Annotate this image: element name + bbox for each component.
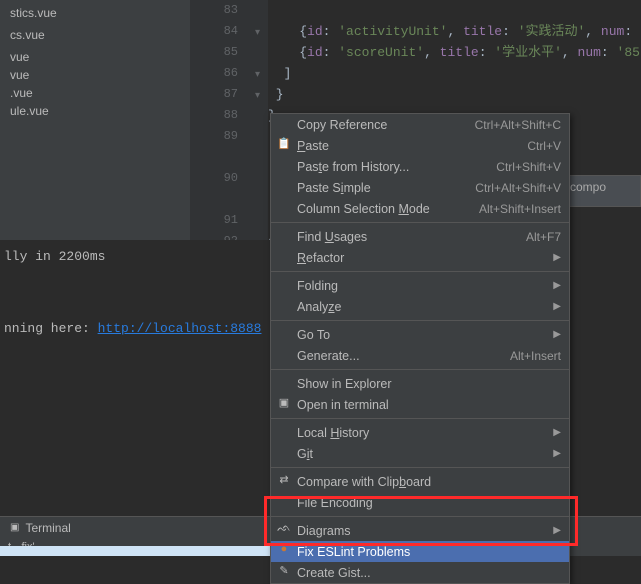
menu-item-label: File Encoding — [297, 496, 561, 510]
menu-item[interactable]: ✎ Create Gist... — [271, 562, 569, 583]
diagram-icon: ᨒ — [276, 522, 292, 535]
menu-item-label: Diagrams — [297, 524, 547, 538]
fold-marker-icon[interactable]: ▾ — [255, 65, 260, 86]
menu-separator — [271, 271, 569, 272]
line-number: 91 — [190, 210, 238, 231]
menu-item-label: Analyze — [297, 300, 547, 314]
terminal-icon: ▣ — [276, 396, 292, 409]
editor-context-menu[interactable]: Copy ReferenceCtrl+Alt+Shift+C📋PasteCtrl… — [270, 113, 570, 584]
menu-item[interactable]: Folding▶ — [271, 275, 569, 296]
menu-item-shortcut: Alt+Shift+Insert — [479, 202, 561, 216]
terminal-tab-label: Terminal — [25, 521, 70, 535]
project-file-tree[interactable]: stics.vue cs.vue vue vue .vue ule.vue — [0, 0, 190, 240]
line-number — [190, 147, 238, 168]
menu-item-label: Compare with Clipboard — [297, 475, 561, 489]
terminal-icon: ▣ — [10, 522, 19, 533]
menu-item[interactable]: Local History▶ — [271, 422, 569, 443]
line-number: 85 — [190, 42, 238, 63]
menu-item[interactable]: Copy ReferenceCtrl+Alt+Shift+C — [271, 114, 569, 135]
line-number: 88 — [190, 105, 238, 126]
menu-item[interactable]: Go To▶ — [271, 324, 569, 345]
menu-separator — [271, 320, 569, 321]
menu-item-label: Open in terminal — [297, 398, 561, 412]
menu-item[interactable]: Paste from History...Ctrl+Shift+V — [271, 156, 569, 177]
submenu-arrow-icon: ▶ — [547, 329, 561, 340]
menu-item-label: Paste — [297, 139, 527, 153]
menu-item-label: Local History — [297, 426, 547, 440]
line-number: 86▾ — [190, 63, 238, 84]
menu-item-label: Folding — [297, 279, 547, 293]
menu-item-shortcut: Alt+Insert — [510, 349, 561, 363]
menu-item-label: Paste Simple — [297, 181, 475, 195]
line-number: 87▾ — [190, 84, 238, 105]
menu-item-label: Column Selection Mode — [297, 202, 479, 216]
menu-item-shortcut: Ctrl+Alt+Shift+C — [475, 118, 561, 132]
menu-item-label: Fix ESLint Problems — [297, 545, 561, 559]
gist-icon: ✎ — [276, 564, 292, 577]
menu-separator — [271, 418, 569, 419]
menu-item-shortcut: Alt+F7 — [526, 230, 561, 244]
menu-item-label: Refactor — [297, 251, 547, 265]
menu-item-label: Go To — [297, 328, 547, 342]
submenu-arrow-icon: ▶ — [547, 280, 561, 291]
file-tree-item[interactable]: vue — [0, 48, 190, 66]
compare-icon: ⇄ — [276, 473, 292, 486]
file-tree-item[interactable]: cs.vue — [0, 26, 190, 44]
file-tree-item[interactable]: .vue — [0, 84, 190, 102]
menu-item[interactable]: Refactor▶ — [271, 247, 569, 268]
menu-item[interactable]: Generate...Alt+Insert — [271, 345, 569, 366]
menu-item-label: Paste from History... — [297, 160, 496, 174]
menu-item-label: Show in Explorer — [297, 377, 561, 391]
line-number: 89 — [190, 126, 238, 147]
line-number: 84▾ — [190, 21, 238, 42]
menu-separator — [271, 516, 569, 517]
menu-separator — [271, 222, 569, 223]
line-number — [190, 189, 238, 210]
menu-item[interactable]: Show in Explorer — [271, 373, 569, 394]
eslint-icon: ● — [276, 543, 292, 555]
menu-item-label: Find Usages — [297, 230, 526, 244]
menu-item-shortcut: Ctrl+Shift+V — [496, 160, 561, 174]
submenu-arrow-icon: ▶ — [547, 427, 561, 438]
menu-item-label: Copy Reference — [297, 118, 475, 132]
file-tree-item[interactable]: vue — [0, 66, 190, 84]
menu-item-shortcut: Ctrl+Alt+Shift+V — [475, 181, 561, 195]
menu-separator — [271, 467, 569, 468]
menu-item-label: Create Gist... — [297, 566, 561, 580]
menu-item[interactable]: File Encoding — [271, 492, 569, 513]
submenu-arrow-icon: ▶ — [547, 448, 561, 459]
line-number: 83 — [190, 0, 238, 21]
fold-marker-icon[interactable]: ▾ — [255, 86, 260, 107]
menu-item-shortcut: Ctrl+V — [527, 139, 561, 153]
menu-item[interactable]: Find UsagesAlt+F7 — [271, 226, 569, 247]
line-number: 90 — [190, 168, 238, 189]
menu-item[interactable]: ⇄ Compare with Clipboard — [271, 471, 569, 492]
menu-item[interactable]: Paste SimpleCtrl+Alt+Shift+V — [271, 177, 569, 198]
submenu-arrow-icon: ▶ — [547, 301, 561, 312]
menu-separator — [271, 369, 569, 370]
menu-item[interactable]: Git▶ — [271, 443, 569, 464]
os-taskbar — [0, 546, 270, 556]
menu-item[interactable]: ᨒ Diagrams▶ — [271, 520, 569, 541]
submenu-arrow-icon: ▶ — [547, 252, 561, 263]
menu-item[interactable]: ▣ Open in terminal — [271, 394, 569, 415]
menu-item-label: Git — [297, 447, 547, 461]
menu-item-label: Generate... — [297, 349, 510, 363]
paste-icon: 📋 — [276, 137, 292, 150]
localhost-link[interactable]: http://localhost:8888 — [98, 321, 262, 336]
editor-gutter: 83 84▾ 85 86▾ 87▾ 88 89 90 91 92 — [190, 0, 268, 240]
menu-item[interactable]: ● Fix ESLint Problems — [271, 541, 569, 562]
menu-item[interactable]: Column Selection ModeAlt+Shift+Insert — [271, 198, 569, 219]
submenu-arrow-icon: ▶ — [547, 525, 561, 536]
fold-marker-icon[interactable]: ▾ — [255, 23, 260, 44]
file-tree-item[interactable]: stics.vue — [0, 4, 190, 22]
menu-item[interactable]: Analyze▶ — [271, 296, 569, 317]
file-tree-item[interactable]: ule.vue — [0, 102, 190, 120]
menu-item[interactable]: 📋 PasteCtrl+V — [271, 135, 569, 156]
